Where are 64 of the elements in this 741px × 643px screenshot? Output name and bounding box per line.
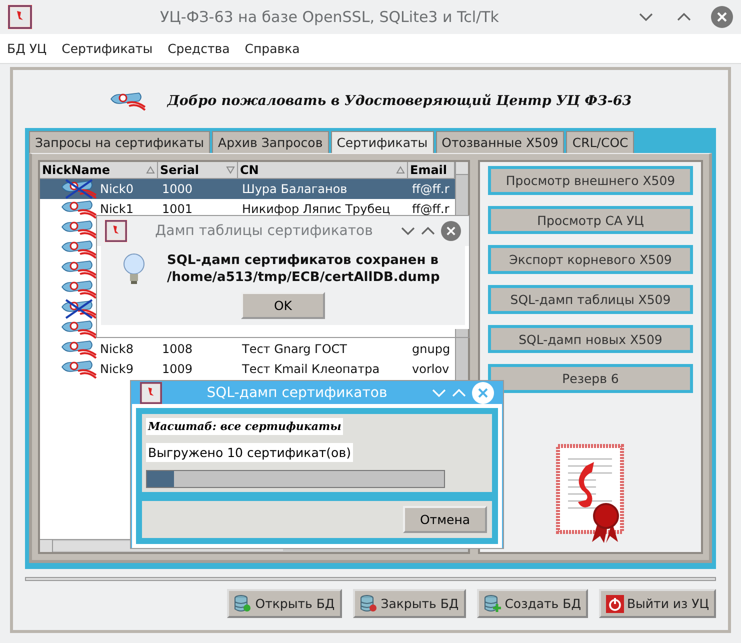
status-label: Выгружено 10 сертификат(ов): [146, 443, 353, 462]
action-button[interactable]: Экспорт корневого X509: [488, 245, 693, 274]
app-icon: [8, 5, 32, 29]
power-icon: [606, 594, 624, 612]
close-icon[interactable]: [472, 382, 494, 404]
table-cell: Nick8: [100, 342, 134, 356]
action-button[interactable]: SQL-дамп новых X509: [488, 324, 693, 354]
tab[interactable]: Запросы на сертификаты: [29, 131, 210, 153]
toolbar-button[interactable]: Закрыть БД: [352, 589, 466, 618]
table-cell-text: Тест Gnarg ГОСТ: [241, 341, 348, 358]
scroll-icon: [60, 359, 98, 379]
scroll-icon: [60, 339, 98, 359]
menu-item[interactable]: Справка: [244, 41, 301, 56]
toolbar-button[interactable]: Создать БД: [476, 589, 588, 618]
close-icon[interactable]: [711, 6, 733, 28]
menu-item[interactable]: БД УЦ: [6, 41, 48, 56]
table-cell: Nick0: [100, 182, 134, 196]
table-cell: Nick9: [100, 362, 134, 376]
cancel-button[interactable]: Отмена: [403, 506, 487, 533]
scroll-icon: [109, 90, 148, 110]
tab[interactable]: Архив Запросов: [212, 131, 329, 153]
table-cell: Nick1: [100, 202, 134, 216]
action-button[interactable]: Просмотр CA УЦ: [488, 206, 693, 234]
minimize-icon[interactable]: [401, 227, 415, 235]
maximize-icon[interactable]: [421, 227, 435, 235]
app-icon: [105, 220, 127, 242]
welcome-heading: Добро пожаловать в Удостоверяющий Центр УЦ ФЗ-63: [167, 92, 632, 108]
ok-button[interactable]: OK: [241, 292, 325, 319]
dialog-title: SQL-дамп сертификатов: [206, 385, 388, 401]
toolbar-button[interactable]: Открыть БД: [227, 589, 342, 618]
lightbulb-icon: [123, 253, 145, 285]
toolbar-button[interactable]: Выйти из УЦ: [598, 589, 716, 618]
table-cell-text: 1008: [161, 341, 194, 358]
table-cell-text: Никифор Ляпис Трубец: [241, 201, 392, 218]
table-cell-text: 1000: [161, 181, 194, 198]
table-cell-text: ff@ff.r: [411, 201, 450, 218]
tab[interactable]: CRL/COC: [566, 131, 634, 153]
table-row[interactable]: Nick0 1000 Шура Балаганов ff@ff.r: [40, 179, 455, 199]
database-icon: [484, 594, 502, 614]
table-cell-text: 1001: [161, 201, 194, 218]
table-cell-text: ff@ff.r: [411, 181, 450, 198]
table-cell-text: Тест Kmail Клеопатра: [241, 361, 381, 378]
database-icon: [234, 594, 252, 614]
dialog-message: SQL-дамп сертификатов сохранен в /home/a513/tmp/ECB/certAllDB.dump: [167, 252, 440, 286]
scope-label: Масштаб: все сертификаты: [146, 418, 344, 435]
table-cell-text: Шура Балаганов: [241, 181, 348, 198]
dialog-title: Дамп таблицы сертификатов: [154, 223, 374, 239]
app-icon: [140, 382, 162, 404]
maximize-icon[interactable]: [677, 13, 691, 21]
table-cell-text: gnupg: [411, 341, 452, 358]
minimize-icon[interactable]: [639, 13, 653, 21]
table-cell-text: vorlov: [411, 361, 450, 378]
window-title: УЦ-ФЗ-63 на базе OpenSSL, SQLite3 и Tcl/Tk: [159, 8, 500, 26]
revoked-scroll-icon: [60, 179, 98, 199]
action-button[interactable]: Просмотр внешнего X509: [488, 166, 693, 195]
menu-item[interactable]: Сертификаты: [60, 41, 154, 56]
action-button[interactable]: SQL-дамп таблицы X509: [488, 285, 693, 314]
menu-item[interactable]: Средства: [166, 41, 231, 56]
tab[interactable]: Отозванные X509: [436, 131, 564, 153]
action-button[interactable]: Резерв 6: [488, 364, 693, 394]
table-cell-text: 1009: [161, 361, 194, 378]
database-icon: [360, 594, 378, 614]
tab[interactable]: Сертификаты: [330, 131, 434, 153]
close-icon[interactable]: [441, 221, 461, 241]
